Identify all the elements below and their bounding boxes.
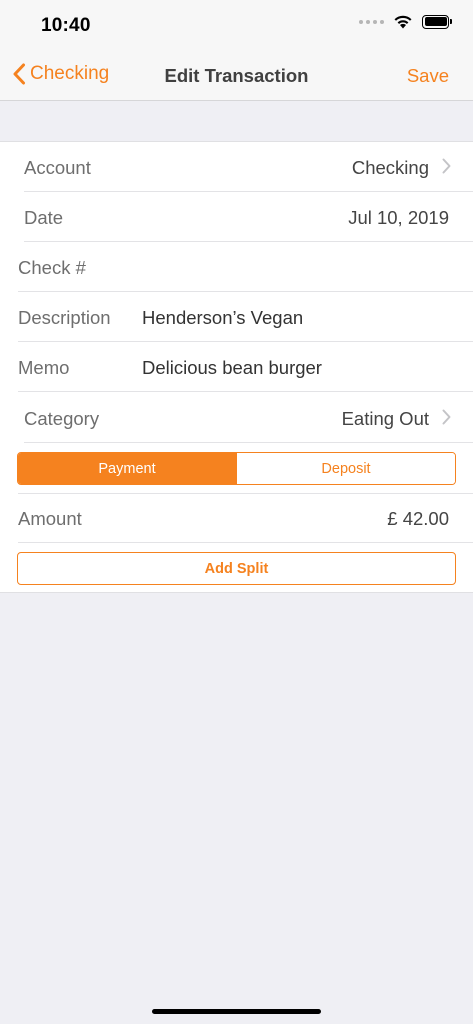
status-indicators <box>359 14 452 29</box>
amount-label: Amount <box>18 508 82 529</box>
chevron-right-icon <box>442 158 451 174</box>
account-value: Checking <box>351 157 429 178</box>
page-title: Edit Transaction <box>164 65 309 86</box>
transaction-form: Account Checking Date Jul 10, 2019 Check… <box>0 141 473 593</box>
payment-type-segmented-control: Payment Deposit <box>17 452 456 485</box>
amount-field[interactable]: £ 42.00 <box>387 508 449 530</box>
add-split-button[interactable]: Add Split <box>17 552 456 585</box>
navigation-bar: Checking Edit Transaction Save <box>0 50 473 101</box>
category-row[interactable]: Category Eating Out <box>0 393 473 443</box>
save-button[interactable]: Save <box>407 65 449 87</box>
category-label: Category <box>24 408 100 429</box>
home-indicator <box>152 1009 321 1014</box>
description-field[interactable]: Henderson’s Vegan <box>142 307 303 329</box>
deposit-segment[interactable]: Deposit <box>236 453 455 484</box>
memo-label: Memo <box>18 357 70 378</box>
date-label: Date <box>24 207 64 228</box>
account-row[interactable]: Account Checking <box>0 142 473 192</box>
amount-row[interactable]: Amount £ 42.00 <box>0 493 473 543</box>
memo-field[interactable]: Delicious bean burger <box>142 357 322 379</box>
check-number-label: Check # <box>18 257 86 278</box>
date-row[interactable]: Date Jul 10, 2019 <box>0 192 473 242</box>
status-time: 10:40 <box>41 15 91 36</box>
payment-segment[interactable]: Payment <box>18 453 236 484</box>
status-bar: 10:40 <box>0 0 473 50</box>
category-value: Eating Out <box>341 408 429 429</box>
check-number-row[interactable]: Check # <box>0 242 473 292</box>
chevron-right-icon <box>442 409 451 425</box>
wifi-icon <box>394 15 412 29</box>
account-label: Account <box>24 157 91 178</box>
battery-icon <box>422 14 452 29</box>
description-label: Description <box>18 307 111 328</box>
description-row[interactable]: Description Henderson’s Vegan <box>0 292 473 342</box>
memo-row[interactable]: Memo Delicious bean burger <box>0 342 473 392</box>
signal-icon <box>359 19 384 24</box>
date-value: Jul 10, 2019 <box>348 207 449 228</box>
